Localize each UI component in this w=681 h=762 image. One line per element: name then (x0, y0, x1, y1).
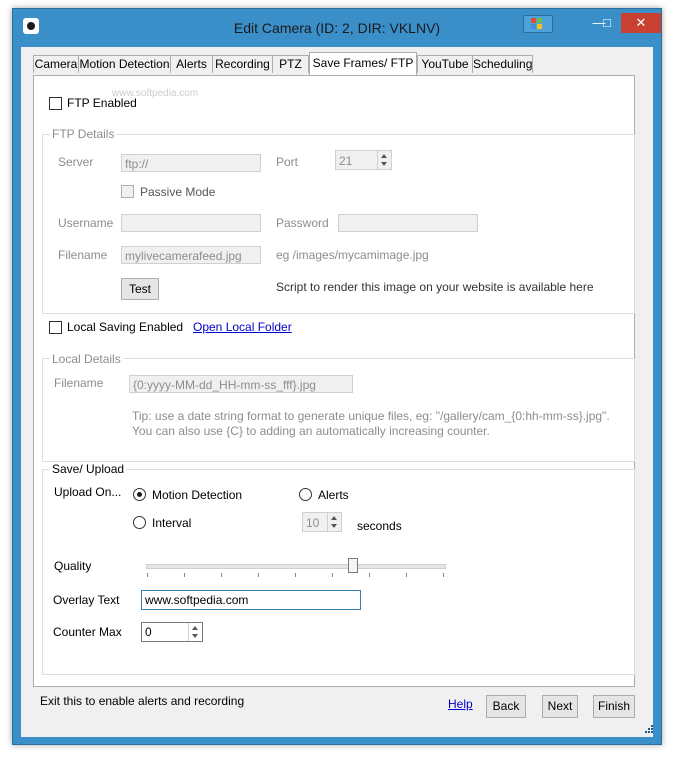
tab-save-frames-ftp[interactable]: Save Frames/ FTP (309, 52, 417, 75)
tab-camera[interactable]: Camera (33, 55, 79, 73)
slider-tick (184, 573, 185, 577)
quality-slider-thumb[interactable] (348, 558, 358, 573)
counter-max-value: 0 (145, 625, 152, 639)
back-button[interactable]: Back (486, 695, 526, 718)
slider-tick (221, 573, 222, 577)
radio-selected-dot (137, 492, 142, 497)
resize-grip-icon[interactable] (645, 725, 653, 733)
spin-down-icon (381, 162, 387, 166)
username-input[interactable] (121, 214, 261, 232)
script-link-text[interactable]: Script to render this image on your webs… (276, 280, 594, 294)
spin-up-icon (192, 626, 198, 630)
close-button[interactable]: ✕ (621, 13, 661, 33)
title-bar[interactable]: Edit Camera (ID: 2, DIR: VKLNV) — □ ✕ (13, 9, 661, 41)
interval-stepper[interactable]: 10 (302, 512, 342, 532)
slider-tick (369, 573, 370, 577)
counter-max-label: Counter Max (53, 625, 122, 639)
interval-value: 10 (306, 516, 320, 530)
upload-on-label: Upload On... (54, 485, 122, 499)
spin-down-icon (331, 524, 337, 528)
slider-tick (258, 573, 259, 577)
slider-tick (332, 573, 333, 577)
interval-radio[interactable] (133, 516, 146, 529)
overlay-text-input[interactable]: www.softpedia.com (141, 590, 361, 610)
finish-button[interactable]: Finish (593, 695, 635, 718)
grid-square-icon (531, 24, 536, 29)
interval-spin-buttons[interactable] (327, 513, 341, 531)
overlay-text-label: Overlay Text (53, 593, 120, 607)
spin-down-icon (192, 634, 198, 638)
footer-hint: Exit this to enable alerts and recording (40, 694, 245, 708)
quality-slider-track[interactable] (146, 564, 446, 569)
alerts-radio[interactable] (299, 488, 312, 501)
local-saving-label: Local Saving Enabled (67, 320, 184, 334)
tab-recording[interactable]: Recording (212, 55, 273, 73)
ftp-filename-hint: eg /images/mycamimage.jpg (276, 248, 429, 262)
port-stepper[interactable]: 21 (335, 150, 392, 170)
counter-max-stepper[interactable]: 0 (141, 622, 203, 642)
spin-up-icon (381, 154, 387, 158)
local-details-title: Local Details (50, 352, 123, 366)
ftp-enabled-checkbox[interactable] (49, 97, 62, 110)
motion-detection-radio[interactable] (133, 488, 146, 501)
seconds-label: seconds (357, 519, 402, 533)
password-input[interactable] (338, 214, 478, 232)
slider-tick (295, 573, 296, 577)
window-frame: Edit Camera (ID: 2, DIR: VKLNV) — □ ✕ Ca… (12, 8, 662, 745)
window-title: Edit Camera (ID: 2, DIR: VKLNV) (233, 20, 441, 36)
port-label: Port (276, 155, 299, 169)
ftp-filename-input[interactable]: mylivecamerafeed.jpg (121, 246, 261, 264)
grid-square-icon (537, 24, 542, 29)
ftp-details-title: FTP Details (50, 127, 117, 141)
interval-label: Interval (152, 516, 192, 530)
quality-label: Quality (54, 559, 92, 573)
next-button[interactable]: Next (542, 695, 578, 718)
password-label: Password (276, 216, 329, 230)
tab-motion-detection[interactable]: Motion Detection (78, 55, 171, 73)
save-upload-title: Save/ Upload (50, 462, 127, 476)
port-value: 21 (339, 154, 353, 168)
tab-scheduling[interactable]: Scheduling (472, 55, 533, 73)
ftp-enabled-label: FTP Enabled (67, 96, 137, 110)
slider-tick (147, 573, 148, 577)
tip-line-1: Tip: use a date string format to generat… (132, 409, 610, 423)
test-button[interactable]: Test (121, 278, 159, 300)
tab-alerts[interactable]: Alerts (170, 55, 213, 73)
username-label: Username (58, 216, 114, 230)
slider-tick (443, 573, 444, 577)
dialog-client-area: Camera Motion Detection Alerts Recording… (21, 47, 653, 737)
server-label: Server (58, 155, 94, 169)
passive-mode-label: Passive Mode (140, 185, 216, 199)
ftp-filename-label: Filename (58, 248, 108, 262)
slider-tick (406, 573, 407, 577)
local-saving-checkbox[interactable] (49, 321, 62, 334)
tip-line-2: You can also use {C} to adding an automa… (132, 424, 490, 438)
counter-spin-buttons[interactable] (188, 623, 202, 641)
passive-mode-checkbox[interactable] (121, 185, 134, 198)
color-grid-icon[interactable] (523, 15, 553, 33)
help-link[interactable]: Help (448, 697, 473, 711)
motion-detection-label: Motion Detection (152, 488, 243, 502)
grid-square-icon (531, 18, 536, 23)
maximize-button[interactable]: □ (596, 13, 618, 33)
grid-square-icon (537, 18, 542, 23)
port-spin-buttons[interactable] (377, 151, 391, 169)
server-input[interactable]: ftp:// (121, 154, 261, 172)
local-filename-input[interactable]: {0:yyyy-MM-dd_HH-mm-ss_fff}.jpg (129, 375, 353, 393)
tab-ptz[interactable]: PTZ (272, 55, 309, 73)
local-filename-label: Filename (54, 376, 104, 390)
spin-up-icon (331, 516, 337, 520)
open-local-folder-link[interactable]: Open Local Folder (193, 320, 292, 334)
tab-youtube[interactable]: YouTube (417, 55, 473, 73)
alerts-label: Alerts (318, 488, 349, 502)
